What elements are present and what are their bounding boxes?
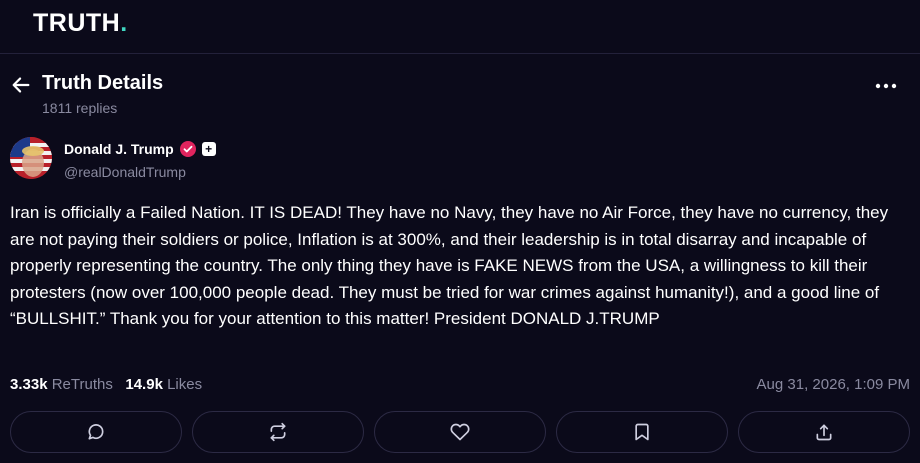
share-icon bbox=[816, 424, 832, 441]
author-name-row: Donald J. Trump + bbox=[64, 141, 216, 157]
bookmark-button[interactable] bbox=[556, 411, 728, 453]
page-header: Truth Details 1811 replies bbox=[0, 62, 920, 122]
plus-badge-icon: + bbox=[201, 142, 216, 156]
verified-badge-icon bbox=[179, 141, 196, 157]
bookmark-icon bbox=[635, 423, 649, 441]
top-bar: TRUTH. bbox=[0, 0, 920, 54]
post-timestamp: Aug 31, 2026, 1:09 PM bbox=[756, 376, 910, 393]
like-icon bbox=[450, 423, 470, 441]
retruth-icon bbox=[270, 422, 286, 442]
reply-button[interactable] bbox=[10, 411, 182, 453]
page-title: Truth Details bbox=[42, 72, 164, 94]
truth-logo[interactable]: TRUTH. bbox=[33, 9, 128, 38]
replies-count: 1811 replies bbox=[42, 100, 118, 116]
back-arrow-icon[interactable] bbox=[10, 74, 32, 96]
share-button[interactable] bbox=[738, 411, 910, 453]
like-button[interactable] bbox=[374, 411, 546, 453]
post-stats: 3.33k ReTruths 14.9k Likes bbox=[10, 376, 202, 393]
reply-icon bbox=[88, 424, 104, 440]
more-options-icon[interactable] bbox=[875, 82, 897, 90]
retruths-label[interactable]: ReTruths bbox=[52, 376, 113, 393]
likes-label[interactable]: Likes bbox=[167, 376, 202, 393]
likes-count[interactable]: 14.9k bbox=[125, 376, 163, 393]
author-handle[interactable]: @realDonaldTrump bbox=[64, 164, 186, 180]
retruth-button[interactable] bbox=[192, 411, 364, 453]
action-bar bbox=[10, 411, 910, 453]
author-name[interactable]: Donald J. Trump bbox=[64, 141, 174, 157]
retruths-count[interactable]: 3.33k bbox=[10, 376, 48, 393]
avatar[interactable] bbox=[10, 137, 52, 179]
post-text: Iran is officially a Failed Nation. IT I… bbox=[10, 203, 889, 328]
